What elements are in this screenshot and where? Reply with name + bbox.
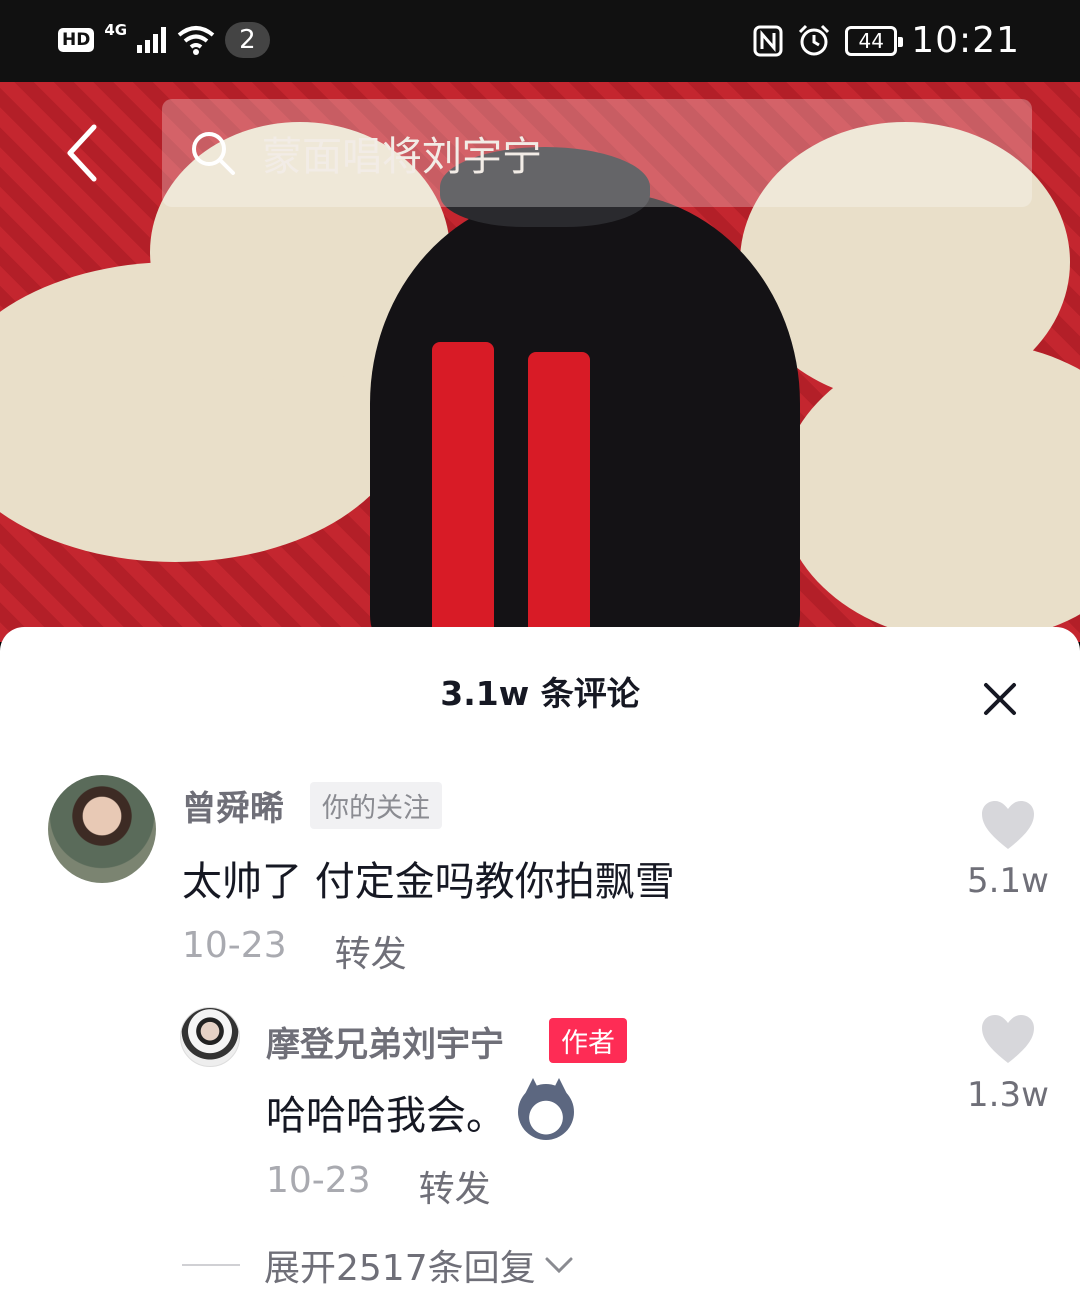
- search-query: 蒙面唱将刘宇宁: [262, 134, 542, 180]
- clock: 10:21: [911, 20, 1020, 61]
- red-ribbon: [432, 342, 494, 642]
- husky-emoji-icon: [518, 1078, 574, 1140]
- comment-text-content: 哈哈哈我会。: [266, 1093, 506, 1139]
- status-left: HD 4G 2: [58, 21, 270, 58]
- comment-username[interactable]: 摩登兄弟刘宇宁: [266, 1017, 504, 1066]
- comment-text[interactable]: 哈哈哈我会。: [266, 1078, 574, 1141]
- comment-username[interactable]: 曾舜晞: [182, 781, 284, 830]
- author-tag: 作者: [549, 1018, 627, 1063]
- comment-date: 10-23: [266, 1160, 371, 1201]
- comment-meta: 10-23 转发: [182, 925, 407, 977]
- network-type-label: 4G: [104, 21, 128, 39]
- comment-date: 10-23: [182, 925, 287, 966]
- signal-icon: [137, 27, 167, 53]
- close-button[interactable]: [980, 679, 1020, 719]
- status-bar: HD 4G 2 44 10:21: [0, 0, 1080, 82]
- search-icon: [186, 126, 240, 180]
- heart-icon: [982, 801, 1034, 849]
- divider: [182, 1264, 240, 1266]
- heart-icon: [982, 1015, 1034, 1063]
- like-button[interactable]: 5.1w: [953, 799, 1063, 901]
- wifi-icon: [177, 26, 215, 55]
- comments-count-title: 3.1w 条评论: [440, 674, 640, 713]
- background-cloud: [780, 342, 1080, 642]
- avatar[interactable]: [180, 1007, 240, 1067]
- notification-count-badge: 2: [225, 22, 270, 58]
- like-button[interactable]: 1.3w: [953, 1013, 1063, 1115]
- chevron-down-icon: [545, 1257, 573, 1274]
- nfc-icon: [753, 25, 783, 56]
- close-icon: [984, 683, 1016, 715]
- expand-replies-button[interactable]: 展开2517条回复: [264, 1239, 574, 1291]
- expand-replies[interactable]: 展开2517条回复: [182, 1239, 574, 1291]
- avatar[interactable]: [48, 775, 156, 883]
- following-tag: 你的关注: [310, 782, 442, 829]
- hd-badge: HD: [58, 28, 95, 52]
- status-right: 44 10:21: [753, 20, 1020, 61]
- like-count: 5.1w: [967, 861, 1049, 901]
- comments-sheet: 3.1w 条评论 曾舜晞 你的关注 太帅了 付定金吗教你拍飘雪 10-23 转发…: [0, 627, 1080, 1311]
- search-bar[interactable]: 蒙面唱将刘宇宁: [162, 99, 1032, 207]
- expand-replies-label: 展开2517条回复: [264, 1248, 536, 1289]
- comment-meta: 10-23 转发: [266, 1160, 491, 1212]
- battery-icon: 44: [845, 25, 904, 56]
- share-button[interactable]: 转发: [335, 925, 407, 977]
- comment-text[interactable]: 太帅了 付定金吗教你拍飘雪: [182, 849, 675, 907]
- chevron-left-icon: [67, 124, 97, 182]
- share-button[interactable]: 转发: [419, 1160, 491, 1212]
- alarm-icon: [799, 24, 830, 55]
- back-button[interactable]: [52, 118, 112, 188]
- like-count: 1.3w: [967, 1075, 1049, 1115]
- red-ribbon: [528, 352, 590, 642]
